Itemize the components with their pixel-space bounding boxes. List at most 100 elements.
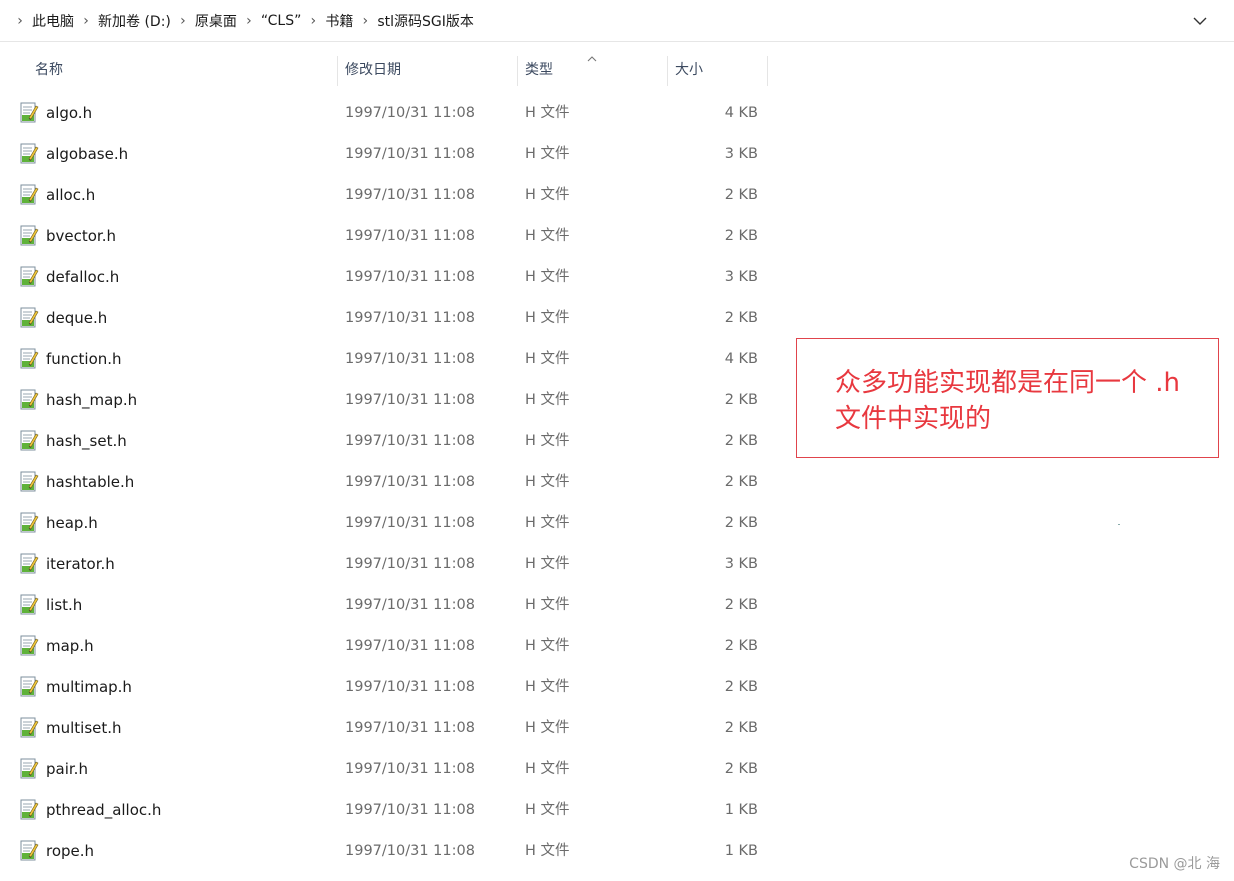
file-size: 3 KB (724, 146, 758, 162)
chevron-right-icon[interactable]: › (353, 13, 377, 29)
file-modified-date: 1997/10/31 11:08 (345, 638, 475, 654)
watermark: CSDN @北 海 (1129, 856, 1220, 872)
file-row[interactable]: iterator.h 1997/10/31 11:08 H 文件 3 KB (0, 544, 780, 585)
file-modified-date: 1997/10/31 11:08 (345, 351, 475, 367)
file-name[interactable]: pair.h (46, 749, 88, 790)
file-row[interactable]: hash_set.h 1997/10/31 11:08 H 文件 2 KB (0, 421, 780, 462)
file-size: 2 KB (724, 310, 758, 326)
file-name[interactable]: rope.h (46, 831, 94, 872)
file-modified-date: 1997/10/31 11:08 (345, 228, 475, 244)
file-modified-date: 1997/10/31 11:08 (345, 761, 475, 777)
file-row[interactable]: map.h 1997/10/31 11:08 H 文件 2 KB (0, 626, 780, 667)
column-divider[interactable] (517, 56, 518, 86)
h-file-icon (19, 471, 39, 493)
file-size: 3 KB (724, 269, 758, 285)
file-type: H 文件 (525, 638, 570, 654)
h-file-icon (19, 676, 39, 698)
file-size: 2 KB (724, 433, 758, 449)
h-file-icon (19, 430, 39, 452)
file-row[interactable]: list.h 1997/10/31 11:08 H 文件 2 KB (0, 585, 780, 626)
column-divider[interactable] (337, 56, 338, 86)
column-name-header[interactable]: 名称 (35, 50, 63, 90)
file-name[interactable]: function.h (46, 339, 122, 380)
file-row[interactable]: deque.h 1997/10/31 11:08 H 文件 2 KB (0, 298, 780, 339)
column-date-header[interactable]: 修改日期 (345, 50, 401, 90)
file-modified-date: 1997/10/31 11:08 (345, 843, 475, 859)
file-name[interactable]: list.h (46, 585, 82, 626)
chevron-right-icon[interactable]: › (74, 13, 98, 29)
breadcrumb-item[interactable]: “CLS” (261, 13, 301, 29)
file-type: H 文件 (525, 843, 570, 859)
chevron-right-icon[interactable]: › (8, 13, 32, 29)
breadcrumb-item[interactable]: stl源码SGI版本 (377, 11, 474, 31)
file-size: 2 KB (724, 392, 758, 408)
file-name[interactable]: multimap.h (46, 667, 132, 708)
h-file-icon (19, 348, 39, 370)
file-size: 1 KB (724, 843, 758, 859)
file-row[interactable]: defalloc.h 1997/10/31 11:08 H 文件 3 KB (0, 257, 780, 298)
file-name[interactable]: deque.h (46, 298, 107, 339)
file-name[interactable]: algo.h (46, 93, 92, 134)
file-type: H 文件 (525, 228, 570, 244)
file-name[interactable]: hash_map.h (46, 380, 137, 421)
file-name[interactable]: heap.h (46, 503, 98, 544)
file-modified-date: 1997/10/31 11:08 (345, 105, 475, 121)
file-row[interactable]: hash_map.h 1997/10/31 11:08 H 文件 2 KB (0, 380, 780, 421)
column-size-header[interactable]: 大小 (675, 50, 703, 90)
chevron-right-icon[interactable]: › (171, 13, 195, 29)
file-type: H 文件 (525, 187, 570, 203)
file-row[interactable]: hashtable.h 1997/10/31 11:08 H 文件 2 KB (0, 462, 780, 503)
file-row[interactable]: pthread_alloc.h 1997/10/31 11:08 H 文件 1 … (0, 790, 780, 831)
file-name[interactable]: pthread_alloc.h (46, 790, 161, 831)
file-name[interactable]: hashtable.h (46, 462, 134, 503)
file-row[interactable]: bvector.h 1997/10/31 11:08 H 文件 2 KB (0, 216, 780, 257)
file-size: 2 KB (724, 474, 758, 490)
file-modified-date: 1997/10/31 11:08 (345, 187, 475, 203)
file-name[interactable]: iterator.h (46, 544, 115, 585)
file-size: 2 KB (724, 228, 758, 244)
file-row[interactable]: rope.h 1997/10/31 11:08 H 文件 1 KB (0, 831, 780, 872)
file-row[interactable]: function.h 1997/10/31 11:08 H 文件 4 KB (0, 339, 780, 380)
file-row[interactable]: algo.h 1997/10/31 11:08 H 文件 4 KB (0, 93, 780, 134)
file-name[interactable]: map.h (46, 626, 94, 667)
file-row[interactable]: heap.h 1997/10/31 11:08 H 文件 2 KB (0, 503, 780, 544)
file-modified-date: 1997/10/31 11:08 (345, 310, 475, 326)
h-file-icon (19, 307, 39, 329)
annotation-text: 众多功能实现都是在同一个 .h 文件中实现的 (835, 365, 1205, 437)
file-name[interactable]: bvector.h (46, 216, 116, 257)
column-type-header[interactable]: 类型 (525, 50, 553, 90)
breadcrumb-item[interactable]: 原桌面 (195, 11, 237, 31)
h-file-icon (19, 102, 39, 124)
breadcrumb-item[interactable]: 此电脑 (32, 11, 74, 31)
file-name[interactable]: multiset.h (46, 708, 122, 749)
breadcrumb-item[interactable]: 新加卷 (D:) (98, 11, 171, 31)
column-divider[interactable] (767, 56, 768, 86)
file-row[interactable]: multimap.h 1997/10/31 11:08 H 文件 2 KB (0, 667, 780, 708)
h-file-icon (19, 225, 39, 247)
file-name[interactable]: algobase.h (46, 134, 128, 175)
file-modified-date: 1997/10/31 11:08 (345, 556, 475, 572)
file-modified-date: 1997/10/31 11:08 (345, 146, 475, 162)
file-type: H 文件 (525, 146, 570, 162)
chevron-down-icon[interactable] (1190, 11, 1210, 31)
annotation-box: 众多功能实现都是在同一个 .h 文件中实现的 (796, 338, 1219, 458)
file-row[interactable]: pair.h 1997/10/31 11:08 H 文件 2 KB (0, 749, 780, 790)
chevron-right-icon[interactable]: › (237, 13, 261, 29)
file-name[interactable]: alloc.h (46, 175, 95, 216)
h-file-icon (19, 389, 39, 411)
h-file-icon (19, 799, 39, 821)
chevron-right-icon[interactable]: › (301, 13, 325, 29)
file-size: 2 KB (724, 720, 758, 736)
file-modified-date: 1997/10/31 11:08 (345, 802, 475, 818)
sort-ascending-icon (587, 56, 597, 62)
address-bar[interactable]: › 此电脑 › 新加卷 (D:) › 原桌面 › “CLS” › 书籍 › stl源码SGI版本 (0, 0, 1234, 42)
file-row[interactable]: algobase.h 1997/10/31 11:08 H 文件 3 KB (0, 134, 780, 175)
file-modified-date: 1997/10/31 11:08 (345, 720, 475, 736)
file-name[interactable]: hash_set.h (46, 421, 127, 462)
file-name[interactable]: defalloc.h (46, 257, 119, 298)
file-size: 4 KB (724, 105, 758, 121)
file-row[interactable]: multiset.h 1997/10/31 11:08 H 文件 2 KB (0, 708, 780, 749)
breadcrumb-item[interactable]: 书籍 (325, 11, 353, 31)
file-row[interactable]: alloc.h 1997/10/31 11:08 H 文件 2 KB (0, 175, 780, 216)
column-divider[interactable] (667, 56, 668, 86)
